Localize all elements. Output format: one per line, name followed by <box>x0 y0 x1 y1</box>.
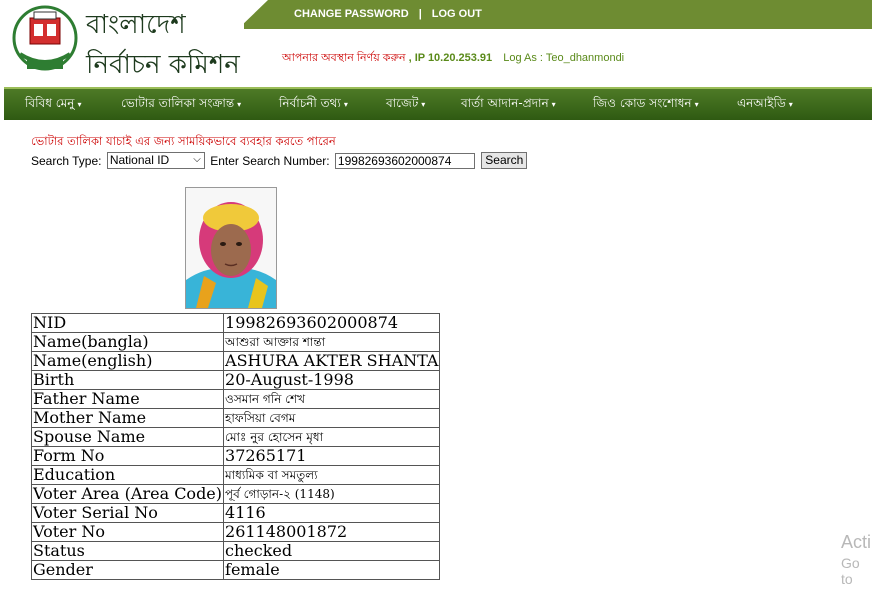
table-row: Name(bangla) আশুরা আক্তার শান্তা <box>30 332 441 352</box>
field-value: আশুরা আক্তার শান্তা <box>223 332 441 352</box>
watermark-line1: Acti <box>841 532 872 552</box>
location-prompt-link[interactable]: আপনার অবস্থান নির্ণয় করুন <box>282 52 406 64</box>
table-row: Mother Name হাফসিয়া বেগম <box>30 408 441 428</box>
ip-address: , IP 10.20.253.91 <box>408 52 493 64</box>
field-value: 20-August-1998 <box>223 370 441 390</box>
table-row: Voter Area (Area Code) পূর্ব গোড়ান-২ (11… <box>30 484 441 504</box>
search-notice: ভোটার তালিকা যাচাই এর জন্য সাময়িকভাবে ব… <box>31 134 336 148</box>
nav-item-label: জিও কোড সংশোধন <box>593 96 692 110</box>
nav-item-election-info[interactable]: নির্বাচনী তথ্য ▾ <box>279 95 348 115</box>
nav-item-voter-list[interactable]: ভোটার তালিকা সংক্রান্ত ▾ <box>121 95 241 115</box>
nav-item-label: বাজেট <box>386 96 419 110</box>
chevron-down-icon: ▾ <box>77 100 82 109</box>
field-value: female <box>223 560 441 580</box>
field-value: 261148001872 <box>223 522 441 542</box>
field-value: ASHURA AKTER SHANTA <box>223 351 441 371</box>
chevron-down-icon: ▾ <box>421 100 426 109</box>
nav-item-misc-menu[interactable]: বিবিধ মেনু ▾ <box>25 95 81 115</box>
field-label: Voter No <box>30 522 225 542</box>
table-row: Spouse Name মোঃ নুর হোসেন মৃধা <box>30 427 441 447</box>
field-label: Form No <box>30 446 225 466</box>
nav-item-label: ভোটার তালিকা সংক্রান্ত <box>121 96 235 110</box>
nav-item-budget[interactable]: বাজেট ▾ <box>386 95 425 115</box>
top-links: CHANGE PASSWORD | LOG OUT <box>294 8 482 20</box>
field-label: Gender <box>30 560 225 580</box>
activation-watermark: Acti Go to <box>841 532 872 587</box>
chevron-down-icon: ▾ <box>551 100 556 109</box>
table-row: Father Name ওসমান গনি শেখ <box>30 389 441 409</box>
voter-photo <box>185 187 277 309</box>
field-label: NID <box>30 313 225 333</box>
search-number-label: Enter Search Number: <box>210 153 330 168</box>
site-title-line2: নির্বাচন কমিশন <box>86 50 240 80</box>
election-commission-logo[interactable] <box>12 4 78 74</box>
top-bar-notch <box>238 0 268 29</box>
table-row: Voter No 261148001872 <box>30 522 441 542</box>
table-row: Voter Serial No 4116 <box>30 503 441 523</box>
field-value: 19982693602000874 <box>223 313 441 333</box>
table-row: Gender female <box>30 560 441 580</box>
field-label: Mother Name <box>30 408 225 428</box>
watermark-line2: Go to <box>841 555 860 587</box>
field-label: Birth <box>30 370 225 390</box>
nav-item-label: এনআইডি <box>737 96 786 110</box>
search-type-label: Search Type: <box>31 153 102 168</box>
nav-item-label: বার্তা আদান-প্রদান <box>461 96 549 110</box>
field-label: Education <box>30 465 225 485</box>
chevron-down-icon: ▾ <box>237 100 242 109</box>
chevron-down-icon: ▾ <box>788 100 793 109</box>
field-label: Voter Area (Area Code) <box>30 484 225 504</box>
field-value: 4116 <box>223 503 441 523</box>
table-row: Status checked <box>30 541 441 561</box>
field-label: Status <box>30 541 225 561</box>
logout-link[interactable]: LOG OUT <box>432 8 482 20</box>
field-value: 37265171 <box>223 446 441 466</box>
table-row: NID 19982693602000874 <box>30 313 441 333</box>
dropdown-arrow-icon: ⌵ <box>193 154 201 165</box>
table-row: Name(english) ASHURA AKTER SHANTA <box>30 351 441 371</box>
top-link-separator: | <box>418 8 422 20</box>
chevron-down-icon: ▾ <box>694 100 699 109</box>
nav-item-geo-code[interactable]: জিও কোড সংশোধন ▾ <box>593 95 699 115</box>
logged-in-as: Log As : Teo_dhanmondi <box>503 52 625 64</box>
table-row: Education মাধ্যমিক বা সমতুল্য <box>30 465 441 485</box>
voter-info-table: NID 19982693602000874 Name(bangla) আশুরা আ… <box>30 313 441 580</box>
field-value: মাধ্যমিক বা সমতুল্য <box>223 465 441 485</box>
field-value: ওসমান গনি শেখ <box>223 389 441 409</box>
location-line: আপনার অবস্থান নির্ণয় করুন , IP 10.20.25… <box>282 49 624 68</box>
field-value: checked <box>223 541 441 561</box>
field-value: পূর্ব গোড়ান-২ (1148) <box>223 484 441 504</box>
field-label: Name(bangla) <box>30 332 225 352</box>
change-password-link[interactable]: CHANGE PASSWORD <box>294 8 409 20</box>
nav-item-nid[interactable]: এনআইডি ▾ <box>737 95 793 115</box>
search-number-input[interactable]: 19982693602000874 <box>334 152 475 169</box>
search-form: Search Type: National ID ⌵ Enter Search N… <box>31 152 528 169</box>
site-title-line1: বাংলাদেশ <box>86 10 186 40</box>
field-label: Father Name <box>30 389 225 409</box>
table-row: Form No 37265171 <box>30 446 441 466</box>
site-header: বাংলাদেশ নির্বাচন কমিশন CHANGE PASSWORD |… <box>0 0 872 88</box>
field-label: Name(english) <box>30 351 225 371</box>
main-nav: বিবিধ মেনু ▾ ভোটার তালিকা সংক্রান্ত ▾ নির্… <box>4 87 872 120</box>
nav-item-label: নির্বাচনী তথ্য <box>279 96 341 110</box>
field-value: হাফসিয়া বেগম <box>223 408 441 428</box>
table-row: Birth 20-August-1998 <box>30 370 441 390</box>
field-label: Spouse Name <box>30 427 225 447</box>
field-label: Voter Serial No <box>30 503 225 523</box>
nav-item-label: বিবিধ মেনু <box>25 96 75 110</box>
field-value: মোঃ নুর হোসেন মৃধা <box>223 427 441 447</box>
chevron-down-icon: ▾ <box>343 100 348 109</box>
search-type-value: National ID <box>109 153 170 167</box>
nav-item-messaging[interactable]: বার্তা আদান-প্রদান ▾ <box>461 95 556 115</box>
search-button[interactable]: Search <box>481 152 528 169</box>
search-type-select[interactable]: National ID ⌵ <box>106 152 205 169</box>
